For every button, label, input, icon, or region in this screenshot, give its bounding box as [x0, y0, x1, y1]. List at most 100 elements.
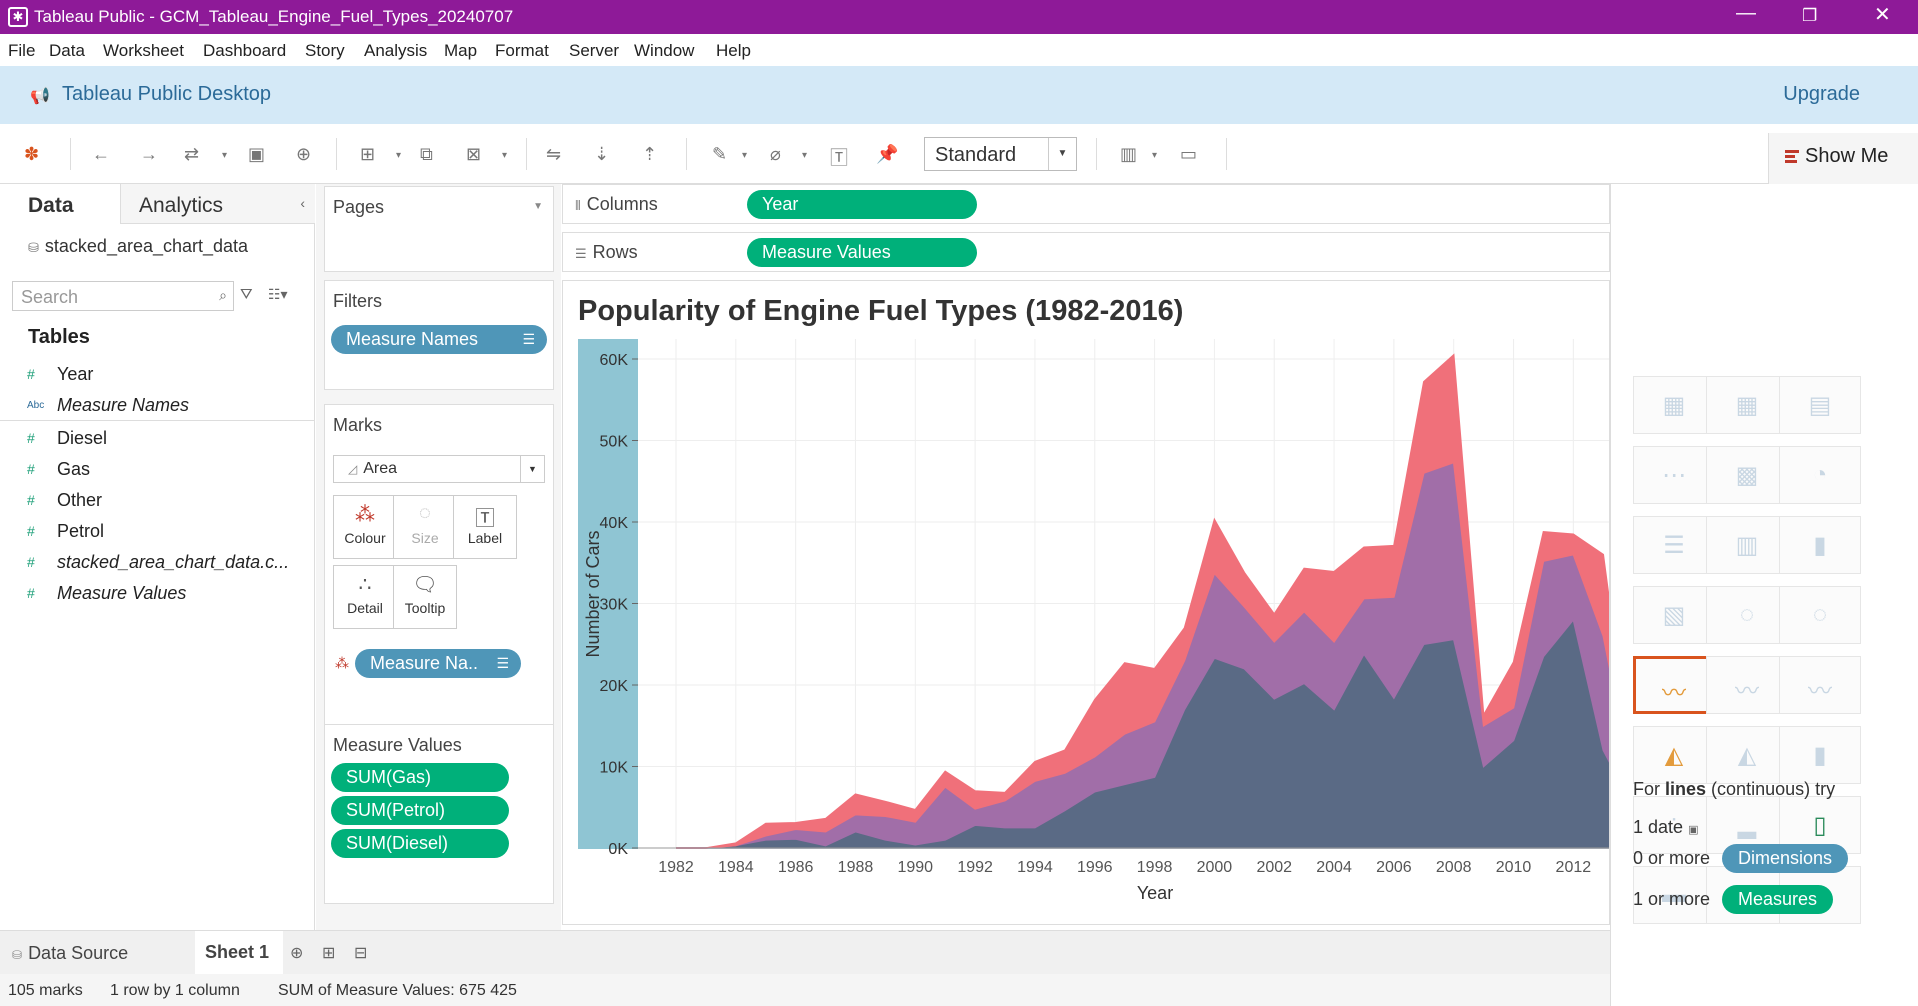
color-pill-measure-names[interactable]: Measure Na.. ☰ [355, 649, 521, 678]
chevron-down-icon[interactable]: ▼ [520, 456, 544, 482]
symbol-map-icon: ⋯ [1662, 462, 1686, 489]
heat-map-icon: ▦ [1735, 392, 1759, 419]
tab-data[interactable]: Data [0, 184, 120, 224]
x-tick-label: 1984 [718, 859, 754, 876]
upgrade-link[interactable]: Upgrade [1783, 83, 1860, 106]
chart-type-area-continuous[interactable]: ◭ [1633, 726, 1715, 784]
chart-type-text-table[interactable]: ▦ [1633, 376, 1715, 434]
clear-icon[interactable]: ⊠ [466, 144, 481, 165]
chevron-down-icon[interactable]: ▾ [742, 150, 747, 161]
label-button[interactable]: 🅃 Label [453, 495, 517, 559]
duplicate-icon[interactable]: ⧉ [420, 144, 433, 165]
chart-type-treemap[interactable]: ▧ [1633, 586, 1715, 644]
chevron-down-icon[interactable]: ▾ [396, 150, 401, 161]
chart-type-filled-map[interactable]: ▩ [1706, 446, 1788, 504]
search-input[interactable]: Search ⌕ [12, 281, 234, 311]
sort-desc-icon[interactable]: ⇡ [642, 144, 657, 165]
data-source-tab[interactable]: ⛁ Data Source [12, 943, 128, 964]
pages-card[interactable]: Pages ▼ [324, 186, 554, 272]
chevron-down-icon[interactable]: ▾ [1152, 150, 1157, 161]
chart-type-symbol-map[interactable]: ⋯ [1633, 446, 1715, 504]
filter-pill-measure-names[interactable]: Measure Names ☰ [331, 325, 547, 354]
new-worksheet-icon[interactable]: ⊕ [290, 943, 303, 963]
chart-type-circle-views[interactable]: ◌ [1706, 586, 1788, 644]
swap-icon[interactable]: ⇄ [184, 144, 199, 165]
chart-type-area-discrete[interactable]: ◭ [1706, 726, 1788, 784]
tooltip-icon: 🗨 [412, 574, 438, 596]
restore-icon[interactable]: ❐ [1802, 6, 1817, 26]
datasource-item[interactable]: ⛁ stacked_area_chart_data [28, 236, 248, 257]
menu-window[interactable]: Window [634, 41, 694, 61]
columns-shelf[interactable]: ⦀ Columns Year [562, 184, 1610, 224]
pin-icon[interactable]: 📌 [876, 144, 898, 165]
columns-pill-year[interactable]: Year [747, 190, 977, 219]
mark-type-select[interactable]: ◿ Area ▼ [333, 455, 545, 483]
tab-analytics[interactable]: Analytics ‹ [120, 184, 315, 224]
rows-shelf[interactable]: ☰ Rows Measure Values [562, 232, 1610, 272]
presentation-icon[interactable]: ▭ [1180, 144, 1197, 165]
tooltip-button[interactable]: 🗨 Tooltip [393, 565, 457, 629]
new-worksheet-icon[interactable]: ⊞ [360, 144, 375, 165]
sort-asc-icon[interactable]: ⇣ [594, 144, 609, 165]
rows-pill-measure-values[interactable]: Measure Values [747, 238, 977, 267]
minimize-icon[interactable]: — [1736, 2, 1756, 25]
chart-type-side-by-side-circles[interactable]: ◌ [1779, 586, 1861, 644]
x-tick-label: 1994 [1017, 859, 1053, 876]
chevron-down-icon[interactable]: ▼ [1048, 138, 1076, 170]
menu-dashboard[interactable]: Dashboard [203, 41, 286, 61]
pill-sum-diesel[interactable]: SUM(Diesel) [331, 829, 509, 858]
pill-sum-petrol[interactable]: SUM(Petrol) [331, 796, 509, 825]
close-icon[interactable]: ✕ [1874, 2, 1891, 27]
viz-area: Popularity of Engine Fuel Types (1982-20… [562, 280, 1610, 925]
show-me-button[interactable]: Show Me [1768, 133, 1918, 185]
chart-type-horizontal-bars[interactable]: ☰ [1633, 516, 1715, 574]
chart-type-stacked-bars[interactable]: ▥ [1706, 516, 1788, 574]
chart-type-heat-map[interactable]: ▦ [1706, 376, 1788, 434]
highlight-icon[interactable]: ✎ [712, 144, 727, 165]
colour-button[interactable]: ⁂ Colour [333, 495, 397, 559]
menu-help[interactable]: Help [716, 41, 751, 61]
divider [0, 420, 315, 421]
undo-icon[interactable]: ← [92, 144, 110, 165]
new-story-icon[interactable]: ⊟ [354, 943, 367, 963]
swap-rows-cols-icon[interactable]: ⇋ [546, 144, 561, 165]
area-chart[interactable]: 1982 1984 1986 1988 1990 1992 1994 1996 1998 2000… [563, 281, 1610, 921]
menu-analysis[interactable]: Analysis [364, 41, 427, 61]
collapse-icon[interactable]: ‹ [300, 195, 305, 211]
detail-button[interactable]: ∴ Detail [333, 565, 397, 629]
chart-type-side-by-side-bars[interactable]: ▮ [1779, 516, 1861, 574]
label-icon[interactable]: 🅃 [830, 144, 848, 170]
new-datasource-icon[interactable]: ⊕ [296, 144, 311, 165]
pill-sum-gas[interactable]: SUM(Gas) [331, 763, 509, 792]
chart-type-dual-combination[interactable]: ▮ [1779, 726, 1861, 784]
save-icon[interactable]: ▣ [248, 144, 265, 165]
new-dashboard-icon[interactable]: ⊞ [322, 943, 335, 963]
menu-file[interactable]: File [8, 41, 35, 61]
chart-type-dual-lines[interactable]: 〰 [1779, 656, 1861, 714]
chevron-down-icon[interactable]: ▼ [533, 201, 543, 212]
colour-icon: ⁂ [355, 504, 375, 526]
menu-data[interactable]: Data [49, 41, 85, 61]
chevron-down-icon[interactable]: ▾ [222, 150, 227, 161]
chart-type-pie-chart[interactable]: ◔ [1779, 446, 1861, 504]
view-size-select[interactable]: Standard ▼ [924, 137, 1077, 171]
redo-icon[interactable]: → [140, 144, 158, 165]
menu-worksheet[interactable]: Worksheet [103, 41, 184, 61]
menu-format[interactable]: Format [495, 41, 549, 61]
menu-server[interactable]: Server [569, 41, 619, 61]
sheet-tab[interactable]: Sheet 1 [195, 931, 283, 975]
chevron-down-icon[interactable]: ▾ [502, 150, 507, 161]
menu-map[interactable]: Map [444, 41, 477, 61]
size-button[interactable]: ◌ Size [393, 495, 457, 559]
group-icon[interactable]: ⌀ [770, 144, 781, 165]
chart-type-continuous-lines[interactable]: 〰 [1633, 656, 1715, 714]
view-options-icon[interactable]: ☷▾ [268, 286, 288, 303]
fit-icon[interactable]: ▥ [1120, 144, 1137, 165]
chevron-down-icon[interactable]: ▾ [802, 150, 807, 161]
filters-card[interactable]: Filters Measure Names ☰ [324, 280, 554, 390]
chart-type-highlight-table[interactable]: ▤ [1779, 376, 1861, 434]
filter-icon[interactable]: ⛛ [240, 286, 253, 303]
menu-story[interactable]: Story [305, 41, 345, 61]
chart-type-discrete-lines[interactable]: 〰 [1706, 656, 1788, 714]
tableau-icon[interactable]: ✽ [24, 144, 39, 165]
